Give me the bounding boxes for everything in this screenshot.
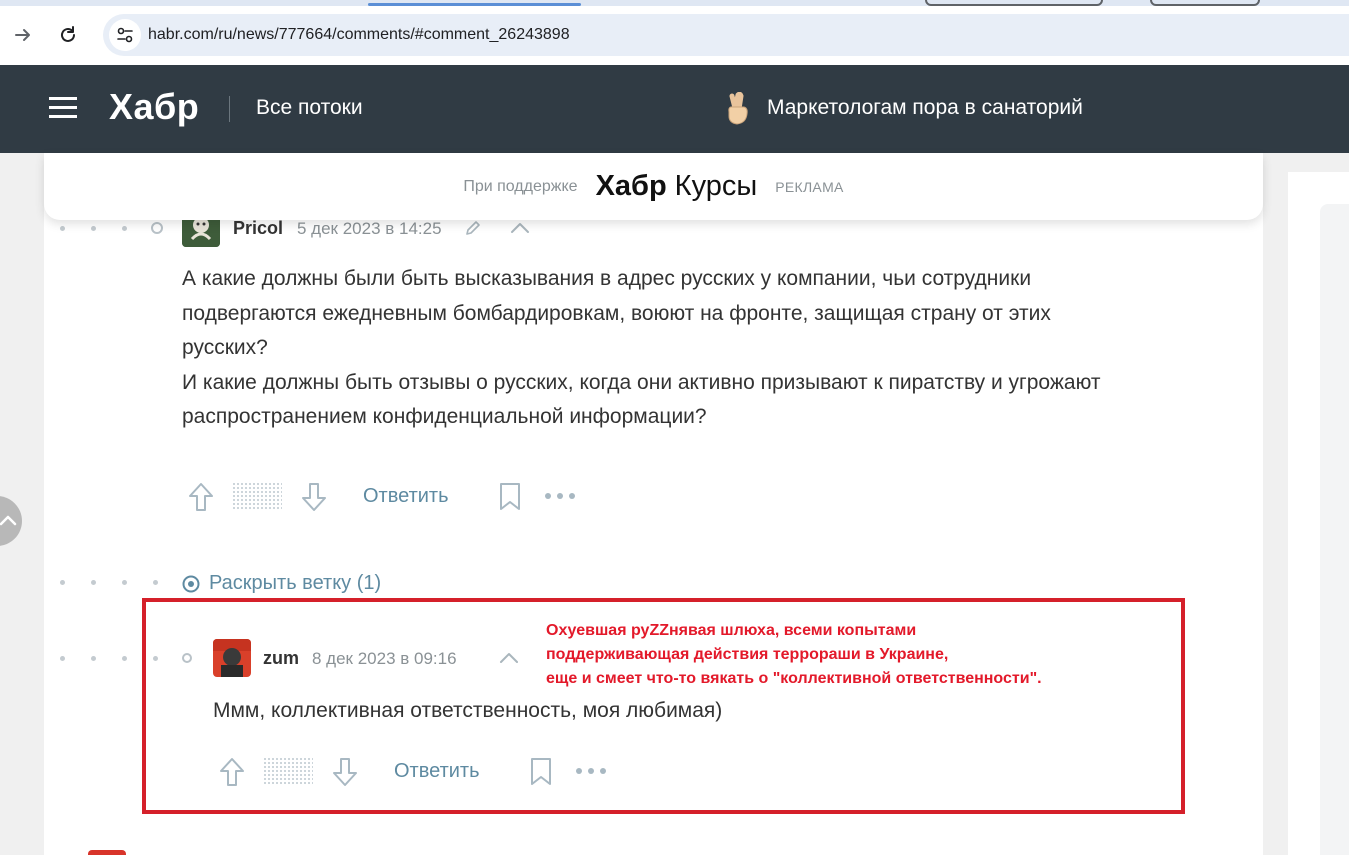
site-logo[interactable]: Хабр (109, 86, 199, 128)
sponsor-brand: Хабр (595, 170, 667, 202)
reply-button[interactable]: Ответить (363, 485, 449, 508)
comment-line: русских? (182, 336, 268, 359)
annotation-line: Охуевшая руZZнявая шлюха, всеми копытами (546, 622, 917, 639)
annotation-text: Охуевшая руZZнявая шлюха, всеми копытами… (546, 619, 1042, 691)
thread-dot (122, 656, 127, 661)
menu-icon[interactable] (49, 97, 77, 119)
thread-dot (122, 580, 127, 585)
ad-label: РЕКЛАМА (775, 178, 844, 195)
thread-node (151, 222, 163, 234)
sponsor-label: При поддержке (463, 177, 578, 195)
url-text[interactable]: habr.com/ru/news/777664/comments/#commen… (148, 26, 570, 44)
browser-toolbar: habr.com/ru/news/777664/comments/#commen… (0, 6, 1349, 65)
bookmark-icon[interactable] (498, 482, 522, 517)
comment-line: распространением конфиденциальной информ… (182, 405, 707, 428)
more-icon[interactable] (544, 488, 576, 509)
target-icon (182, 575, 200, 592)
comment-body: А какие должны были быть высказывания в … (182, 262, 1242, 435)
thread-dot (91, 580, 96, 585)
chevron-up-icon[interactable] (509, 218, 531, 243)
annotation-line: поддерживающая действия террораши в Укра… (546, 646, 949, 663)
vote-down-icon[interactable] (301, 482, 327, 517)
comment-line: подвергаются ежедневным бомбардировкам, … (182, 301, 1051, 325)
victory-hand-icon (723, 91, 753, 126)
forward-icon[interactable] (12, 24, 34, 46)
sidebar-card (1320, 204, 1349, 855)
promo-link[interactable]: Маркетологам пора в санаторий (767, 96, 1083, 120)
thread-dot (60, 226, 65, 231)
site-info-icon[interactable] (109, 19, 141, 51)
comment-author[interactable]: Pricol (233, 218, 283, 239)
thread-dot (153, 580, 158, 585)
comment-date[interactable]: 5 дек 2023 в 14:25 (297, 219, 442, 239)
site-header: Хабр Все потоки Маркетологам пора в сана… (0, 65, 1349, 153)
scroll-up-button[interactable] (0, 496, 22, 546)
annotation-line: еще и смеет что-то вякать о "коллективно… (546, 670, 1042, 687)
vote-score (232, 482, 282, 510)
all-streams-link[interactable]: Все потоки (256, 96, 363, 120)
comment-line: И какие должны быть отзывы о русских, ко… (182, 370, 1101, 394)
header-divider (229, 96, 230, 122)
comment-line: А какие должны были быть высказывания в … (182, 267, 1032, 290)
edited-pencil-icon (463, 218, 483, 243)
thread-dot (91, 226, 96, 231)
thread-dot (122, 226, 127, 231)
sponsor-brand-sub: Курсы (674, 170, 758, 202)
sponsor-banner[interactable]: При поддержке Хабр Курсы РЕКЛАМА (44, 153, 1263, 220)
vote-up-icon[interactable] (188, 482, 214, 517)
address-bar[interactable]: habr.com/ru/news/777664/comments/#commen… (103, 14, 1349, 56)
expand-thread-label: Раскрыть ветку (1) (209, 572, 382, 594)
avatar[interactable] (88, 850, 126, 855)
expand-thread-button[interactable]: Раскрыть ветку (1) (182, 572, 381, 595)
thread-dot (91, 656, 96, 661)
thread-dot (60, 580, 65, 585)
reload-icon[interactable] (57, 24, 79, 46)
thread-dot (60, 656, 65, 661)
